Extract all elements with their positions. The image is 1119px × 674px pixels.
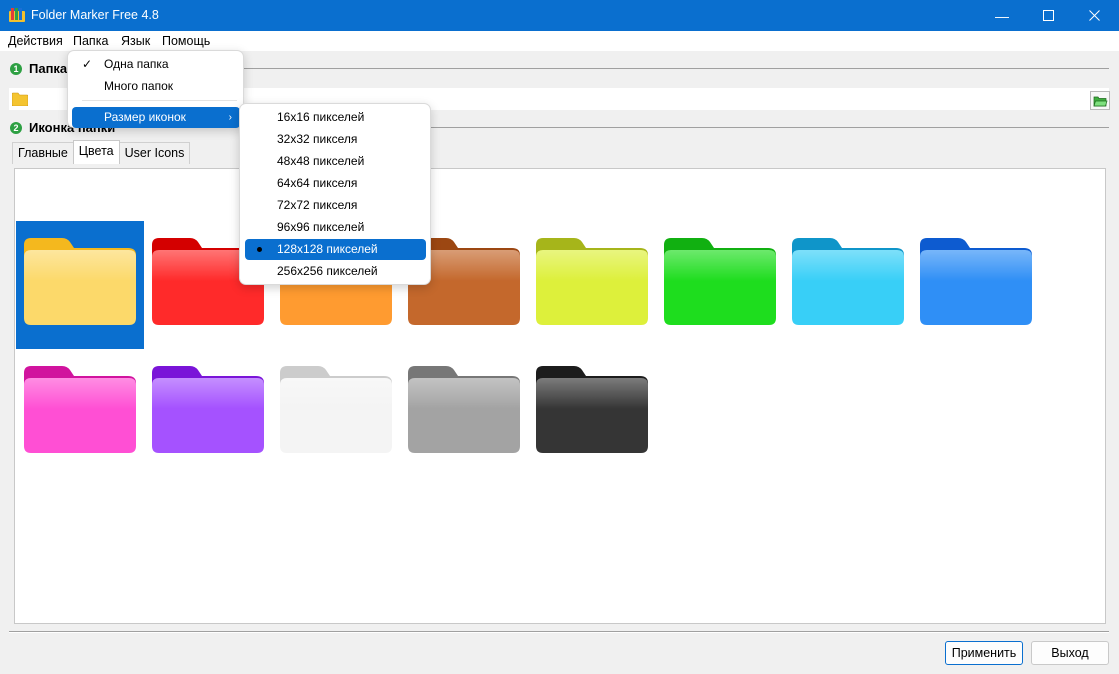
folder-color-white[interactable] — [272, 349, 400, 477]
step-one-icon: 1 — [10, 62, 22, 75]
folder-color-yellow[interactable] — [16, 221, 144, 349]
minimize-icon: — — [995, 7, 1009, 24]
folder-color-lime[interactable] — [528, 221, 656, 349]
menu-item-single-folder[interactable]: ✓ Одна папка — [72, 54, 240, 75]
title-bar: Folder Marker Free 4.8 — — [0, 0, 1119, 31]
folder-icon — [664, 238, 776, 325]
folder-color-blue[interactable] — [912, 221, 1040, 349]
step-two-icon: 2 — [10, 121, 22, 134]
menu-item-size-2[interactable]: 48x48 пикселей — [245, 151, 426, 172]
menu-item-icon-size[interactable]: Размер иконок › — [72, 107, 240, 128]
menu-language[interactable]: Язык — [121, 34, 150, 48]
folder-dropdown-menu: ✓ Одна папка Много папок Размер иконок › — [67, 50, 244, 128]
browse-folder-button[interactable] — [1090, 91, 1110, 110]
tab-main[interactable]: Главные — [12, 142, 74, 164]
folder-color-green[interactable] — [656, 221, 784, 349]
app-icon — [9, 8, 25, 22]
folder-icon — [536, 238, 648, 325]
folder-color-cyan[interactable] — [784, 221, 912, 349]
menu-item-size-6[interactable]: 128x128 пикселей — [245, 239, 426, 260]
folder-icon — [280, 366, 392, 453]
apply-button[interactable]: Применить — [945, 641, 1023, 665]
radio-dot-icon — [257, 247, 262, 252]
icon-size-submenu: 16x16 пикселей 32x32 пикселя 48x48 пикселе… — [239, 103, 431, 285]
menu-item-size-1[interactable]: 32x32 пикселя — [245, 129, 426, 150]
close-button[interactable] — [1071, 0, 1117, 31]
menu-bar: Действия Папка Язык Помощь — [0, 31, 1119, 51]
folder-icon — [12, 92, 28, 106]
tab-colors[interactable]: Цвета — [72, 140, 120, 164]
tab-user-icons[interactable]: User Icons — [118, 142, 191, 164]
menu-item-size-0[interactable]: 16x16 пикселей — [245, 107, 426, 128]
window-title: Folder Marker Free 4.8 — [31, 8, 159, 22]
bottom-divider — [9, 631, 1109, 633]
main-content: 1 Папка 2 Иконка папки Главные Цвета Use… — [0, 51, 1119, 674]
folder-icon — [24, 366, 136, 453]
checkmark-icon: ✓ — [82, 57, 93, 71]
folder-icon — [152, 366, 264, 453]
minimize-button[interactable]: — — [979, 0, 1025, 31]
folder-color-gray[interactable] — [400, 349, 528, 477]
folder-icon — [24, 238, 136, 325]
maximize-button[interactable] — [1025, 0, 1071, 31]
menu-item-size-5[interactable]: 96x96 пикселей — [245, 217, 426, 238]
chevron-right-icon: › — [228, 112, 232, 123]
menu-folder[interactable]: Папка — [73, 34, 108, 48]
menu-actions[interactable]: Действия — [8, 34, 63, 48]
icon-gallery — [14, 168, 1106, 624]
maximize-icon — [1042, 10, 1054, 21]
folder-color-black[interactable] — [528, 349, 656, 477]
menu-separator — [82, 100, 237, 101]
close-icon — [1088, 10, 1100, 21]
menu-item-size-3[interactable]: 64x64 пикселя — [245, 173, 426, 194]
section-folder-heading: 1 Папка — [10, 61, 67, 76]
exit-button[interactable]: Выход — [1031, 641, 1109, 665]
folder-icon — [792, 238, 904, 325]
icon-tabs: Главные Цвета User Icons — [12, 140, 191, 164]
folder-icon — [536, 366, 648, 453]
menu-help[interactable]: Помощь — [162, 34, 210, 48]
section-folder-label: Папка — [29, 61, 68, 76]
folder-icon — [920, 238, 1032, 325]
open-folder-icon — [1093, 96, 1108, 107]
folder-color-magenta[interactable] — [16, 349, 144, 477]
folder-icon — [408, 366, 520, 453]
folder-color-purple[interactable] — [144, 349, 272, 477]
menu-item-size-7[interactable]: 256x256 пикселей — [245, 261, 426, 282]
menu-item-multiple-folders[interactable]: Много папок — [72, 76, 240, 97]
menu-item-size-4[interactable]: 72x72 пикселя — [245, 195, 426, 216]
